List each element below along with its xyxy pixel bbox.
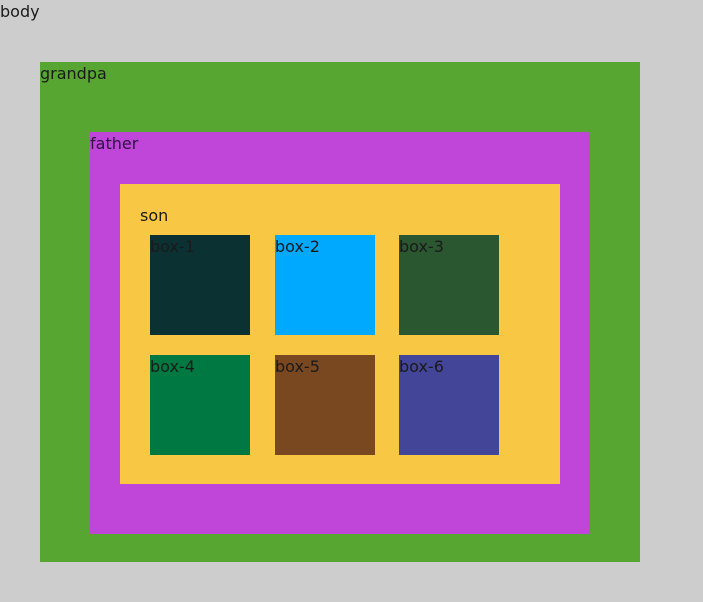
body-region: { "body": { "label": "body", "color": "#…	[0, 0, 703, 602]
box-5-label: box-5	[275, 357, 320, 376]
grandpa-box: grandpa father son box-1 box-2 box-3 box…	[40, 62, 640, 562]
father-box: father son box-1 box-2 box-3 box-4 box-5…	[90, 132, 590, 534]
box-4: box-4	[150, 355, 250, 455]
son-label: son	[140, 206, 169, 225]
box-3: box-3	[399, 235, 499, 335]
box-6: box-6	[399, 355, 499, 455]
box-6-label: box-6	[399, 357, 444, 376]
box-1-label: box-1	[150, 237, 195, 256]
box-2-label: box-2	[275, 237, 320, 256]
box-2: box-2	[275, 235, 375, 335]
son-box: son box-1 box-2 box-3 box-4 box-5 box-6	[120, 184, 560, 484]
body-label: body	[0, 2, 40, 21]
box-1: box-1	[150, 235, 250, 335]
box-3-label: box-3	[399, 237, 444, 256]
grandpa-label: grandpa	[40, 64, 107, 83]
box-5: box-5	[275, 355, 375, 455]
box-4-label: box-4	[150, 357, 195, 376]
father-label: father	[90, 134, 139, 153]
